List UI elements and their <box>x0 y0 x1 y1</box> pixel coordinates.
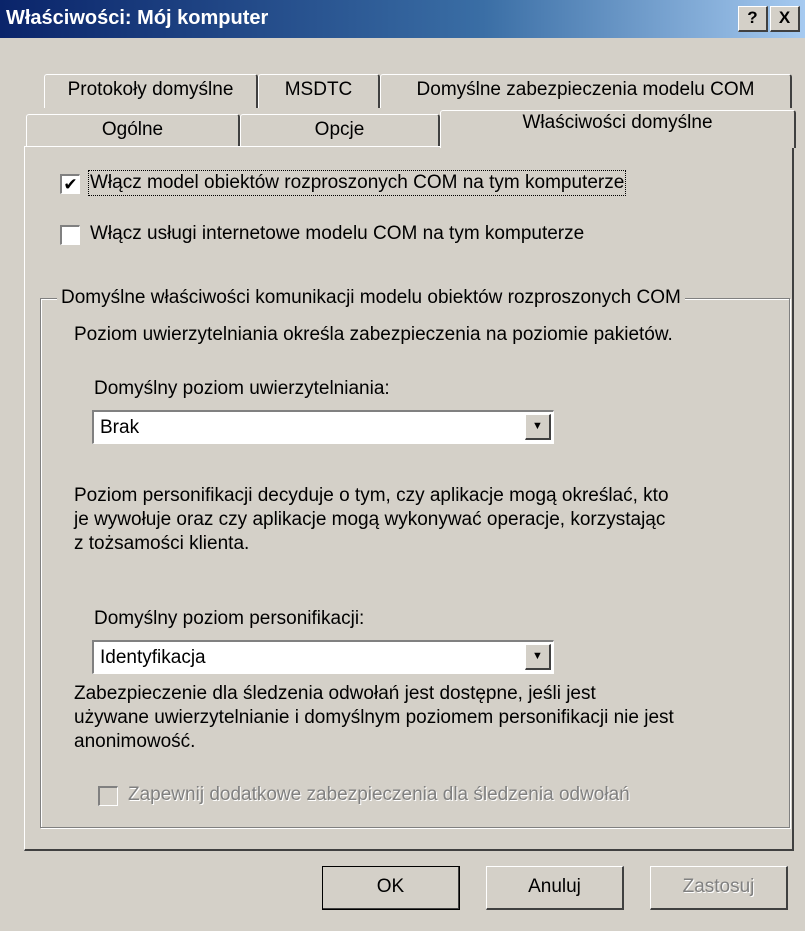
chevron-down-icon[interactable]: ▼ <box>525 644 551 670</box>
enable-dcom-checkbox[interactable]: ✔ <box>60 174 80 194</box>
tab-label: Ogólne <box>101 119 164 140</box>
tab-label: Domyślne zabezpieczenia modelu COM <box>416 79 755 100</box>
tab-opcje[interactable]: Opcje <box>240 114 440 148</box>
impersonation-description: Poziom personifikacji decyduje o tym, cz… <box>74 484 669 556</box>
title-bar[interactable]: Właściwości: Mój komputer ? X <box>0 0 805 38</box>
tab-wlasciwosci-domyslne[interactable]: Właściwości domyślne <box>440 110 796 148</box>
impersonation-level-value: Identyfikacja <box>100 647 206 668</box>
reference-tracking-label[interactable]: Zapewnij dodatkowe zabezpieczenia dla śl… <box>128 784 630 806</box>
auth-level-value: Brak <box>100 417 140 438</box>
tab-label: Opcje <box>314 119 365 140</box>
tab-label: MSDTC <box>284 79 353 100</box>
reference-tracking-checkbox[interactable] <box>98 786 118 806</box>
chevron-down-icon[interactable]: ▼ <box>525 414 551 440</box>
reference-tracking-description: Zabezpieczenie dla śledzenia odwołań jes… <box>74 682 674 754</box>
tab-row-top: Protokoły domyślne MSDTC Domyślne zabezp… <box>44 72 796 108</box>
tab-ogolne[interactable]: Ogólne <box>26 114 240 148</box>
auth-description: Poziom uwierzytelniania określa zabezpie… <box>74 324 673 345</box>
tab-domyslne-zabezpieczenia[interactable]: Domyślne zabezpieczenia modelu COM <box>380 74 792 108</box>
enable-dcom-label[interactable]: Włącz model obiektów rozproszonych COM n… <box>87 170 627 196</box>
apply-button[interactable]: Zastosuj <box>650 866 788 910</box>
close-button[interactable]: X <box>770 6 800 32</box>
text-line: Poziom personifikacji decyduje o tym, cz… <box>74 485 669 506</box>
tab-row-bottom: Ogólne Opcje Właściwości domyślne <box>26 108 796 148</box>
cancel-button[interactable]: Anuluj <box>486 866 624 910</box>
tab-label: Protokoły domyślne <box>67 79 234 100</box>
group-legend: Domyślne właściwości komunikacji modelu … <box>57 287 685 309</box>
text-line: z tożsamości klienta. <box>74 533 250 554</box>
tab-label: Właściwości domyślne <box>522 112 713 133</box>
auth-level-label: Domyślny poziom uwierzytelniania: <box>94 378 390 399</box>
tab-msdtc[interactable]: MSDTC <box>258 74 380 108</box>
auth-level-select[interactable]: Brak ▼ <box>92 410 554 444</box>
text-line: anonimowość. <box>74 731 196 752</box>
ok-button[interactable]: OK <box>322 866 460 910</box>
help-button[interactable]: ? <box>738 6 768 32</box>
enable-com-internet-label[interactable]: Włącz usługi internetowe modelu COM na t… <box>90 223 584 245</box>
enable-com-internet-checkbox[interactable] <box>60 225 80 245</box>
window-title: Właściwości: Mój komputer <box>6 7 269 29</box>
text-line: je wywołuje oraz czy aplikacje mogą wyko… <box>74 509 666 530</box>
tab-protokoly-domyslne[interactable]: Protokoły domyślne <box>44 74 258 108</box>
impersonation-level-select[interactable]: Identyfikacja ▼ <box>92 640 554 674</box>
text-line: Zabezpieczenie dla śledzenia odwołań jes… <box>74 683 596 704</box>
text-line: używane uwierzytelnianie i domyślnym poz… <box>74 707 674 728</box>
impersonation-level-label: Domyślny poziom personifikacji: <box>94 608 365 629</box>
